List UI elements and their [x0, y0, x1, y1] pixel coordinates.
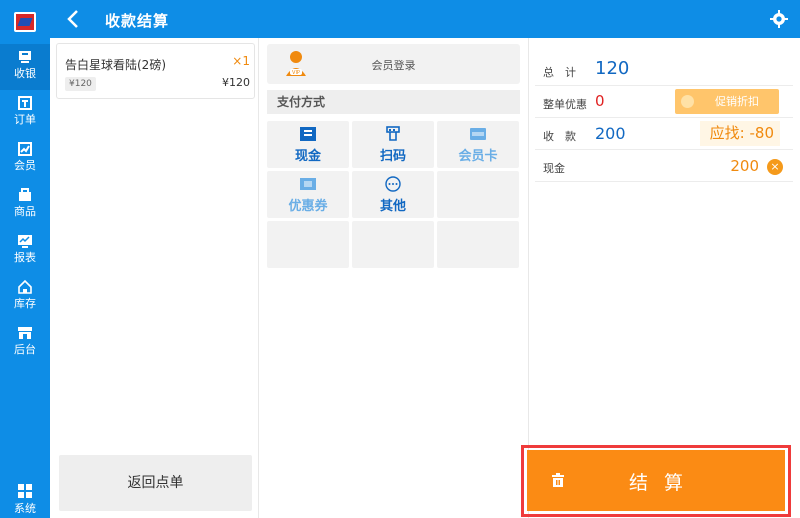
order-item-qty: ×1 — [232, 54, 250, 68]
return-to-order-button[interactable]: 返回点单 — [59, 455, 252, 511]
payment-method-label: 会员卡 — [458, 149, 498, 164]
payment-line-label: 现金 — [543, 162, 565, 175]
checkout-button[interactable]: 结算 — [527, 450, 785, 511]
member-icon — [18, 142, 32, 156]
order-panel: 告白星球看陆(2磅) ×1 ¥120 ¥120 返回点单 — [53, 38, 258, 518]
sidebar-item-system[interactable]: 系统 — [0, 484, 50, 518]
coupon-icon — [300, 178, 316, 190]
payment-method-empty-slot — [437, 221, 519, 268]
other-icon — [385, 176, 401, 192]
payment-methods-header: 支付方式 — [267, 90, 520, 114]
payment-method-scan[interactable]: 扫码 — [352, 121, 434, 168]
product-icon — [19, 188, 31, 201]
promo-gear-icon — [681, 95, 694, 108]
change-label: 应找: — [709, 124, 745, 142]
payment-method-label: 现金 — [294, 149, 321, 164]
discount-value[interactable]: 0 — [595, 92, 605, 110]
page-title: 收款结算 — [105, 12, 170, 30]
sidebar-item-backend[interactable]: 后台 — [0, 320, 50, 366]
payment-method-vip-card[interactable]: 会员卡 — [437, 121, 519, 168]
sidebar-item-cashier[interactable]: 收银 — [0, 44, 50, 90]
sidebar-item-orders[interactable]: 订单 — [0, 90, 50, 136]
payment-method-empty-slot — [267, 221, 349, 268]
clear-payment-icon[interactable]: × — [767, 159, 783, 175]
member-login-button[interactable]: VIP 会员登录 — [267, 44, 520, 84]
order-item-price: ¥120 — [222, 76, 250, 89]
payment-method-label: 扫码 — [379, 149, 406, 164]
promo-discount-label: 促销折扣 — [715, 95, 759, 108]
total-value: 120 — [595, 58, 630, 79]
change-value: -80 — [749, 124, 775, 142]
sidebar-item-label: 商品 — [14, 205, 36, 218]
payment-method-label: 优惠券 — [288, 199, 328, 214]
scan-icon — [386, 126, 400, 141]
sidebar-item-inventory[interactable]: 库存 — [0, 274, 50, 320]
received-value: 200 — [595, 124, 626, 143]
sidebar-item-members[interactable]: 会员 — [0, 136, 50, 182]
discount-label: 整单优惠 — [543, 98, 587, 111]
report-icon — [18, 235, 32, 248]
order-item-unit-price: ¥120 — [65, 77, 96, 91]
gear-icon[interactable] — [770, 10, 788, 28]
cashier-icon — [19, 51, 31, 63]
backend-icon — [18, 327, 32, 339]
sidebar-item-label: 会员 — [14, 159, 36, 172]
sidebar: 收银 订单 会员 商品 报表 库存 后台 系统 — [0, 0, 50, 518]
discount-row: 整单优惠 0 促销折扣 — [535, 86, 793, 118]
sidebar-item-label: 库存 — [14, 297, 36, 310]
payment-line-cash: 现金 200 × — [535, 150, 793, 182]
received-label: 收 款 — [543, 130, 576, 143]
sidebar-item-products[interactable]: 商品 — [0, 182, 50, 228]
app-logo — [14, 12, 36, 32]
vip-card-icon — [470, 128, 486, 140]
promo-discount-button[interactable]: 促销折扣 — [675, 89, 779, 114]
received-row: 收 款 200 应找: -80 — [535, 118, 793, 150]
payment-method-label: 其他 — [379, 199, 406, 214]
change-due: 应找: -80 — [700, 121, 780, 146]
sidebar-item-label: 订单 — [14, 113, 36, 126]
total-row: 总 计 120 — [535, 54, 793, 86]
payment-method-empty-slot — [437, 171, 519, 218]
payment-line-amount[interactable]: 200 — [730, 157, 759, 175]
inventory-icon — [18, 279, 32, 294]
sidebar-item-label: 报表 — [14, 251, 36, 264]
member-login-label: 会员登录 — [371, 59, 416, 72]
payment-method-cash[interactable]: 现金 — [267, 121, 349, 168]
payment-method-other[interactable]: 其他 — [352, 171, 434, 218]
checkout-label: 结算 — [628, 472, 699, 494]
payment-panel: VIP 会员登录 支付方式 现金 扫码 会员卡 优惠券 其他 — [258, 38, 525, 518]
sidebar-item-label: 收银 — [14, 67, 36, 80]
sidebar-item-label: 后台 — [14, 343, 36, 356]
cash-icon — [300, 127, 316, 141]
app-window: 收银 订单 会员 商品 报表 库存 后台 系统 收款结算 告白星球看陆(2磅) … — [0, 0, 800, 518]
order-item[interactable]: 告白星球看陆(2磅) ×1 ¥120 ¥120 — [56, 43, 255, 99]
total-label: 总 计 — [543, 66, 576, 79]
system-grid-icon — [18, 484, 32, 498]
payment-method-coupon[interactable]: 优惠券 — [267, 171, 349, 218]
order-item-name: 告白星球看陆(2磅) — [65, 58, 166, 72]
back-icon[interactable] — [64, 8, 84, 30]
sidebar-item-label: 系统 — [14, 502, 36, 515]
top-bar: 收款结算 — [50, 0, 800, 38]
sidebar-item-reports[interactable]: 报表 — [0, 228, 50, 274]
order-icon — [18, 96, 32, 110]
payment-method-empty-slot — [352, 221, 434, 268]
